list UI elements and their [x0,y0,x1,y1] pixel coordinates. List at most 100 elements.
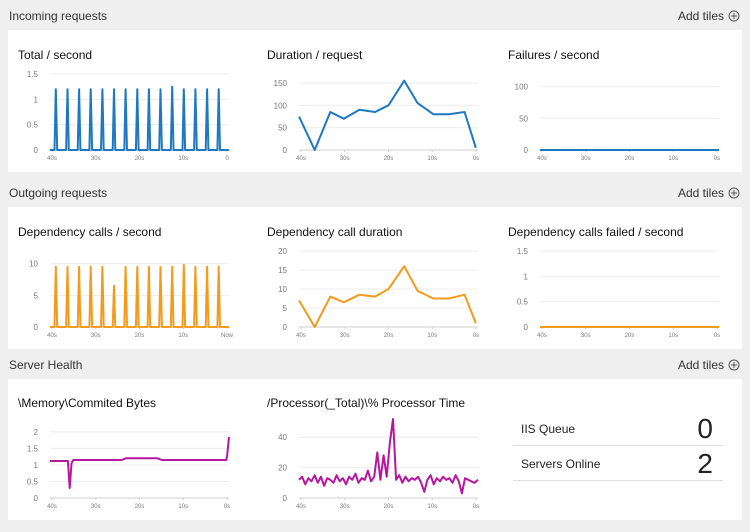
metric-label: Servers Online [521,457,601,471]
y-tick-label: 50 [278,124,287,133]
chart-title: Duration / request [267,48,363,62]
plus-circle-icon [728,10,740,22]
chart-svg: 1.5 1 0.5 0 40s 30s 20s 10s 0s [517,247,720,339]
y-tick-label: 2 [34,428,39,437]
y-tick-label: 1 [34,461,39,470]
metrics-tile[interactable]: IIS Queue 0 Servers Online 2 [513,413,725,485]
y-tick-label: 20 [278,247,287,256]
chart-svg: 20 15 10 5 0 40s 30s 20s 10s 0s [278,247,479,339]
y-tick-label: 5 [34,291,39,300]
plus-circle-icon [728,359,740,371]
y-tick-label: 0 [34,323,39,332]
x-tick-label: 40s [47,333,57,339]
x-tick-label: 0s [473,333,479,339]
chart-title: Dependency call duration [267,225,403,239]
x-tick-label: 40s [296,156,306,162]
x-tick-label: 30s [340,504,350,510]
x-tick-label: 10s [427,156,437,162]
metric-iis-queue: IIS Queue 0 [513,413,723,446]
x-tick-label: 20s [135,504,145,510]
chart-title: Failures / second [508,48,600,62]
y-tick-label: 15 [278,266,287,275]
y-tick-label: 50 [519,114,528,123]
x-tick-label: 40s [537,333,547,339]
x-tick-label: 30s [91,333,101,339]
y-tick-label: 0.5 [27,477,39,486]
y-tick-label: 0 [283,494,288,503]
series-line [298,418,479,495]
series-line [298,79,477,151]
x-tick-label: 30s [581,156,591,162]
x-tick-label: 30s [340,156,350,162]
add-tiles-label: Add tiles [677,9,724,23]
incoming-requests-panel: Total / second 1.5 1 0.5 0 40s 30s 20s 10s 0 Dur… [8,30,742,172]
x-tick-label: 20s [384,156,394,162]
x-tick-label: 0s [224,504,230,510]
y-tick-label: 1.5 [517,247,529,256]
x-tick-label: 40s [296,333,306,339]
series-line [298,265,477,328]
x-tick-label: 40s [296,504,306,510]
add-tiles-button[interactable]: Add tiles [678,186,740,200]
series-line [50,85,229,151]
metric-value: 0 [697,413,713,444]
outgoing-requests-panel: Dependency calls / second 10 5 0 40s 30s 20s 1… [8,207,742,349]
metric-value: 2 [697,448,713,479]
y-tick-label: 1.5 [27,444,39,453]
x-tick-label: 0s [714,156,720,162]
y-tick-label: 20 [278,464,287,473]
y-tick-label: 1 [524,272,529,281]
y-tick-label: 1 [34,95,39,104]
x-tick-label: 10s [178,156,188,162]
x-tick-label: 10s [427,504,437,510]
server-health-header: Server Health Add tiles [0,355,750,377]
series-line [50,436,230,490]
server-health-panel: \Memory\Commited Bytes 2 1.5 1 0.5 0 40s 30s 20… [8,379,742,520]
chart-title: \Memory\Commited Bytes [18,396,157,410]
y-tick-label: 0 [283,146,288,155]
add-tiles-label: Add tiles [677,358,724,372]
x-tick-label: 40s [537,156,547,162]
y-tick-label: 0.5 [517,298,529,307]
add-tiles-button[interactable]: Add tiles [678,9,740,23]
x-tick-label: 10s [668,156,678,162]
x-tick-label: 0s [473,156,479,162]
y-tick-label: 100 [515,83,529,92]
x-tick-label: 30s [91,504,101,510]
incoming-requests-header: Incoming requests Add tiles [0,6,750,28]
add-tiles-button[interactable]: Add tiles [678,358,740,372]
section-title: Incoming requests [9,9,108,23]
chart-svg: 150 100 50 0 40s 30s 20s 10s 0s [274,79,480,162]
x-tick-label: 30s [91,156,101,162]
x-tick-label: 20s [625,156,635,162]
y-tick-label: 1.5 [27,70,39,79]
y-tick-label: 0 [524,146,529,155]
y-tick-label: 10 [278,285,287,294]
x-tick-label: 40s [47,156,57,162]
x-tick-label: 10s [178,504,188,510]
x-tick-label: 20s [384,333,394,339]
section-title: Outgoing requests [9,186,108,200]
x-tick-label: 10s [178,333,188,339]
section-title: Server Health [9,358,83,372]
series-line [50,263,229,328]
chart-title: Dependency calls failed / second [508,225,684,239]
x-tick-label: 20s [384,504,394,510]
y-tick-label: 0 [34,494,39,503]
y-tick-label: 150 [274,79,288,88]
metric-servers-online: Servers Online 2 [513,448,723,481]
y-tick-label: 0 [524,323,529,332]
chart-svg: 40 20 0 40s 30s 20s 10s 0s [278,418,479,510]
y-tick-label: 10 [29,260,38,269]
y-tick-label: 5 [283,304,288,313]
chart-title: /Processor(_Total)\% Processor Time [267,396,466,410]
y-tick-label: 40 [278,433,287,442]
chart-svg: 10 5 0 40s 30s 20s 10s Now [29,260,234,339]
y-tick-label: 0 [34,146,39,155]
x-tick-label: 20s [625,333,635,339]
x-tick-label: 10s [427,333,437,339]
chart-title: Total / second [18,48,93,62]
chart-svg: 100 50 0 40s 30s 20s 10s 0s [515,83,721,162]
x-tick-label: 0s [714,333,720,339]
x-tick-label: 30s [340,333,350,339]
